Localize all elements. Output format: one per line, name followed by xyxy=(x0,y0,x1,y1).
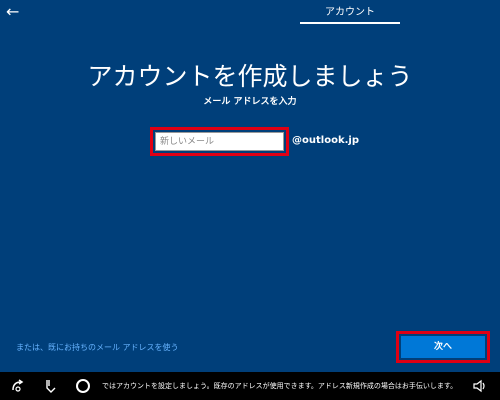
cortana-icon[interactable] xyxy=(76,379,90,393)
domain-label: @outlook.jp xyxy=(292,135,359,146)
oobe-window: ← アカウント アカウントを作成しましょう メール アドレスを入力 @outlo… xyxy=(0,0,500,400)
volume-icon[interactable] xyxy=(472,378,488,394)
next-button[interactable]: 次へ xyxy=(401,336,485,358)
ease-of-access-icon[interactable] xyxy=(10,378,26,394)
main-panel: アカウントを作成しましょう メール アドレスを入力 @outlook.jp また… xyxy=(0,26,500,372)
use-existing-email-link[interactable]: または、既にお持ちのメール アドレスを使う xyxy=(16,342,179,354)
page-subtitle: メール アドレスを入力 xyxy=(203,97,297,107)
page-title: アカウントを作成しましょう xyxy=(87,62,413,91)
top-bar: ← アカウント xyxy=(0,0,500,26)
back-arrow-icon[interactable]: ← xyxy=(6,2,28,22)
keyboard-icon[interactable] xyxy=(42,378,58,394)
narrator-text: ではアカウントを設定しましょう。既存のアドレスが使用できます。アドレス新規作成の… xyxy=(102,382,458,390)
taskbar: ではアカウントを設定しましょう。既存のアドレスが使用できます。アドレス新規作成の… xyxy=(0,372,500,400)
email-input[interactable] xyxy=(155,132,284,151)
tab-underline xyxy=(300,22,400,24)
